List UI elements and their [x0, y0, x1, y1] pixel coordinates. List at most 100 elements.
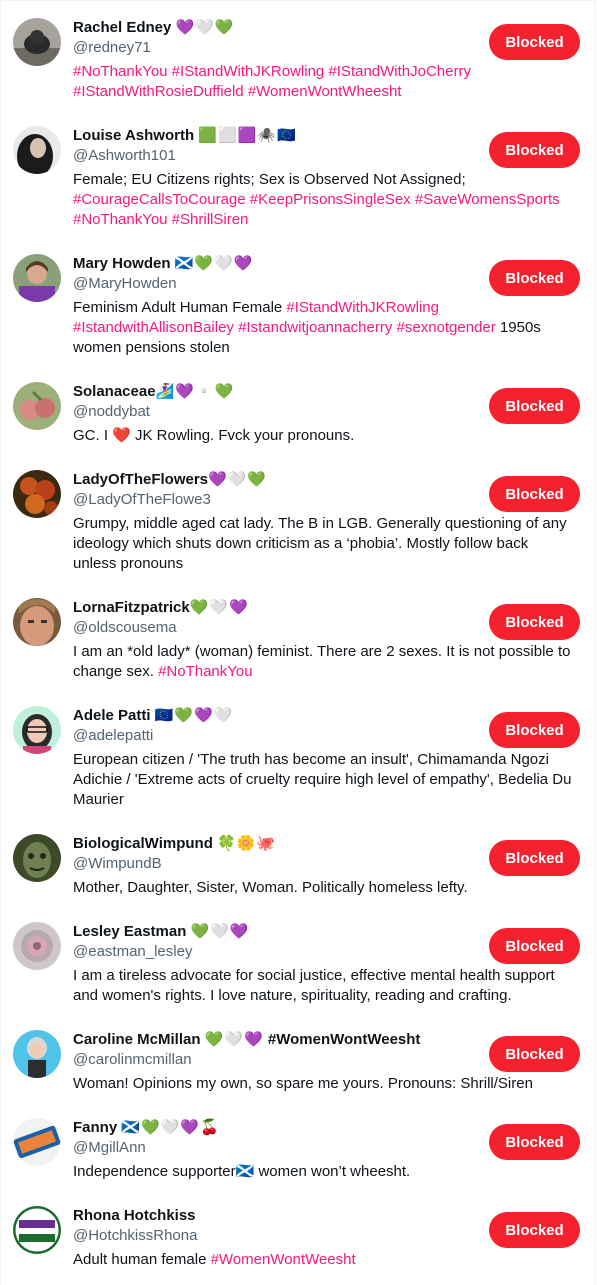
- name-emoji: 💜🤍💚: [175, 19, 235, 36]
- fanny-logo-avatar[interactable]: [13, 1118, 61, 1166]
- blocked-button[interactable]: Blocked: [489, 928, 580, 964]
- bio-text: I am an *old lady* (woman) feminist. The…: [73, 643, 571, 660]
- display-name[interactable]: Rhona Hotchkiss: [73, 1206, 196, 1226]
- user-bio: #NoThankYou #IStandWithJKRowling #IStand…: [73, 62, 573, 102]
- bio-text: 1950s: [495, 319, 541, 336]
- bio-text: women pensions stolen: [73, 339, 230, 356]
- user-handle[interactable]: @oldscousema: [73, 618, 177, 638]
- blocked-button[interactable]: Blocked: [489, 712, 580, 748]
- display-name[interactable]: Lesley Eastman 💚🤍💜: [73, 922, 250, 942]
- bio-text: change sex.: [73, 663, 159, 680]
- woman-purple-shirt-avatar[interactable]: [13, 254, 61, 302]
- blocked-button[interactable]: Blocked: [489, 840, 580, 876]
- name-emoji: 🏄‍♀️💜▫️💚: [155, 383, 235, 400]
- user-bio: GC. I ❤️ JK Rowling. Fvck your pronouns.: [73, 426, 573, 446]
- user-handle[interactable]: @HotchkissRhona: [73, 1226, 197, 1246]
- name-emoji: 💜🤍💚: [208, 471, 268, 488]
- user-bio: I am a tireless advocate for social just…: [73, 966, 573, 1006]
- name-suffix: #WomenWontWeesht: [263, 1031, 421, 1048]
- bio-text: Mother, Daughter, Sister, Woman. Politic…: [73, 879, 468, 896]
- green-man-avatar[interactable]: [13, 834, 61, 882]
- bio-text: Adult human female: [73, 1251, 211, 1268]
- user-handle[interactable]: @carolinmcmillan: [73, 1050, 192, 1070]
- display-name[interactable]: Mary Howden 🏴󠁧󠁢󠁳󠁣󠁴󠁿💚🤍💜: [73, 254, 253, 274]
- display-name[interactable]: Adele Patti 🇪🇺💚💜🤍: [73, 706, 233, 726]
- blocked-button[interactable]: Blocked: [489, 24, 580, 60]
- blocked-button[interactable]: Blocked: [489, 1036, 580, 1072]
- bio-text: Woman! Opinions my own, so spare me your…: [73, 1075, 533, 1092]
- name-emoji: 💚🤍💜: [189, 599, 249, 616]
- dog-photo-avatar[interactable]: [13, 18, 61, 66]
- bio-text: Independence supporter🏴󠁧󠁢󠁳󠁣󠁴󠁿 women won’…: [73, 1163, 411, 1180]
- name-emoji: 🏴󠁧󠁢󠁳󠁣󠁴󠁿💚🤍💜: [174, 255, 254, 272]
- user-handle[interactable]: @redney71: [73, 38, 151, 58]
- user-bio: Female; EU Citizens rights; Sex is Obser…: [73, 170, 573, 230]
- hashtag-link[interactable]: #NoThankYou #IStandWithJKRowling #IStand…: [73, 63, 471, 80]
- blocked-accounts-list: Rachel Edney 💜🤍💚 @redney71 #NoThankYou #…: [0, 0, 596, 1285]
- flowers-photo-avatar[interactable]: [13, 470, 61, 518]
- mandala-avatar[interactable]: [13, 922, 61, 970]
- user-handle[interactable]: @MgillAnn: [73, 1138, 146, 1158]
- suffragette-badge-avatar[interactable]: [13, 1206, 61, 1254]
- name-emoji: 🟩⬜🟪🕷️🇪🇺: [198, 127, 297, 144]
- display-name[interactable]: LadyOfTheFlowers💜🤍💚: [73, 470, 267, 490]
- user-handle[interactable]: @eastman_lesley: [73, 942, 192, 962]
- blocked-button[interactable]: Blocked: [489, 260, 580, 296]
- user-bio: Independence supporter🏴󠁧󠁢󠁳󠁣󠁴󠁿 women won’…: [73, 1162, 573, 1182]
- hashtag-link[interactable]: #IStandWithRosieDuffield #WomenWontWhees…: [73, 83, 402, 100]
- bio-text: Adichie / 'Extreme acts of cruelty requi…: [73, 771, 572, 788]
- bio-text: GC. I ❤️ JK Rowling. Fvck your pronouns.: [73, 427, 355, 444]
- name-emoji: 🏴󠁧󠁢󠁳󠁣󠁴󠁿💚🤍💜🍒: [121, 1119, 220, 1136]
- blocked-button[interactable]: Blocked: [489, 476, 580, 512]
- hashtag-link[interactable]: #IStandWithJKRowling: [286, 299, 439, 316]
- user-bio: Feminism Adult Human Female #IStandWithJ…: [73, 298, 573, 358]
- cartoon-woman-avatar[interactable]: [13, 706, 61, 754]
- hashtag-link[interactable]: #NoThankYou: [158, 663, 253, 680]
- bio-text: Feminism Adult Human Female: [73, 299, 287, 316]
- bio-text: and women's rights. I love nature, spiri…: [73, 987, 512, 1004]
- user-handle[interactable]: @Ashworth101: [73, 146, 176, 166]
- user-bio: I am an *old lady* (woman) feminist. The…: [73, 642, 573, 682]
- display-name[interactable]: BiologicalWimpund 🍀🌼🐙: [73, 834, 276, 854]
- hashtag-link[interactable]: #WomenWontWeesht: [211, 1251, 356, 1268]
- blocked-button[interactable]: Blocked: [489, 1124, 580, 1160]
- user-bio: Mother, Daughter, Sister, Woman. Politic…: [73, 878, 573, 898]
- bio-text: ideology which shuts down criticism as a…: [73, 535, 529, 552]
- user-handle[interactable]: @noddybat: [73, 402, 150, 422]
- bio-text: Female; EU Citizens rights; Sex is Obser…: [73, 171, 466, 188]
- fruit-photo-avatar[interactable]: [13, 382, 61, 430]
- display-name[interactable]: Louise Ashworth 🟩⬜🟪🕷️🇪🇺: [73, 126, 297, 146]
- woman-photo-avatar[interactable]: [13, 126, 61, 174]
- user-bio: European citizen / 'The truth has become…: [73, 750, 573, 810]
- bio-text: Grumpy, middle aged cat lady. The B in L…: [73, 515, 567, 532]
- blocked-button[interactable]: Blocked: [489, 388, 580, 424]
- hashtag-link[interactable]: #NoThankYou #ShrillSiren: [73, 211, 248, 228]
- name-emoji: 💚🤍💜: [190, 923, 250, 940]
- blocked-button[interactable]: Blocked: [489, 604, 580, 640]
- name-emoji: 🍀🌼🐙: [217, 835, 277, 852]
- cartoon-grey-hair-avatar[interactable]: [13, 1030, 61, 1078]
- bio-text: I am a tireless advocate for social just…: [73, 967, 555, 984]
- bio-text: Maurier: [73, 791, 124, 808]
- user-handle[interactable]: @LadyOfTheFlowe3: [73, 490, 211, 510]
- display-name[interactable]: Rachel Edney 💜🤍💚: [73, 18, 235, 38]
- user-bio: Adult human female #WomenWontWeesht: [73, 1250, 573, 1270]
- user-bio: Woman! Opinions my own, so spare me your…: [73, 1074, 573, 1094]
- display-name[interactable]: Solanaceae🏄‍♀️💜▫️💚: [73, 382, 234, 402]
- bio-text: European citizen / 'The truth has become…: [73, 751, 549, 768]
- display-name[interactable]: Fanny 🏴󠁧󠁢󠁳󠁣󠁴󠁿💚🤍💜🍒: [73, 1118, 220, 1138]
- hashtag-link[interactable]: #CourageCallsToCourage #KeepPrisonsSingl…: [73, 191, 560, 208]
- user-bio: Grumpy, middle aged cat lady. The B in L…: [73, 514, 573, 574]
- user-handle[interactable]: @WimpundB: [73, 854, 162, 874]
- hashtag-link[interactable]: #IstandwithAllisonBailey #Istandwitjoann…: [73, 319, 496, 336]
- blocked-button[interactable]: Blocked: [489, 1212, 580, 1248]
- bio-text: unless pronouns: [73, 555, 184, 572]
- face-photo-avatar[interactable]: [13, 598, 61, 646]
- name-emoji: 🇪🇺💚💜🤍: [154, 707, 234, 724]
- user-handle[interactable]: @MaryHowden: [73, 274, 177, 294]
- display-name[interactable]: LornaFitzpatrick💚🤍💜: [73, 598, 249, 618]
- user-handle[interactable]: @adelepatti: [73, 726, 153, 746]
- name-emoji: 💚🤍💜: [204, 1031, 264, 1048]
- display-name[interactable]: Caroline McMillan 💚🤍💜 #WomenWontWeesht: [73, 1030, 420, 1050]
- blocked-button[interactable]: Blocked: [489, 132, 580, 168]
